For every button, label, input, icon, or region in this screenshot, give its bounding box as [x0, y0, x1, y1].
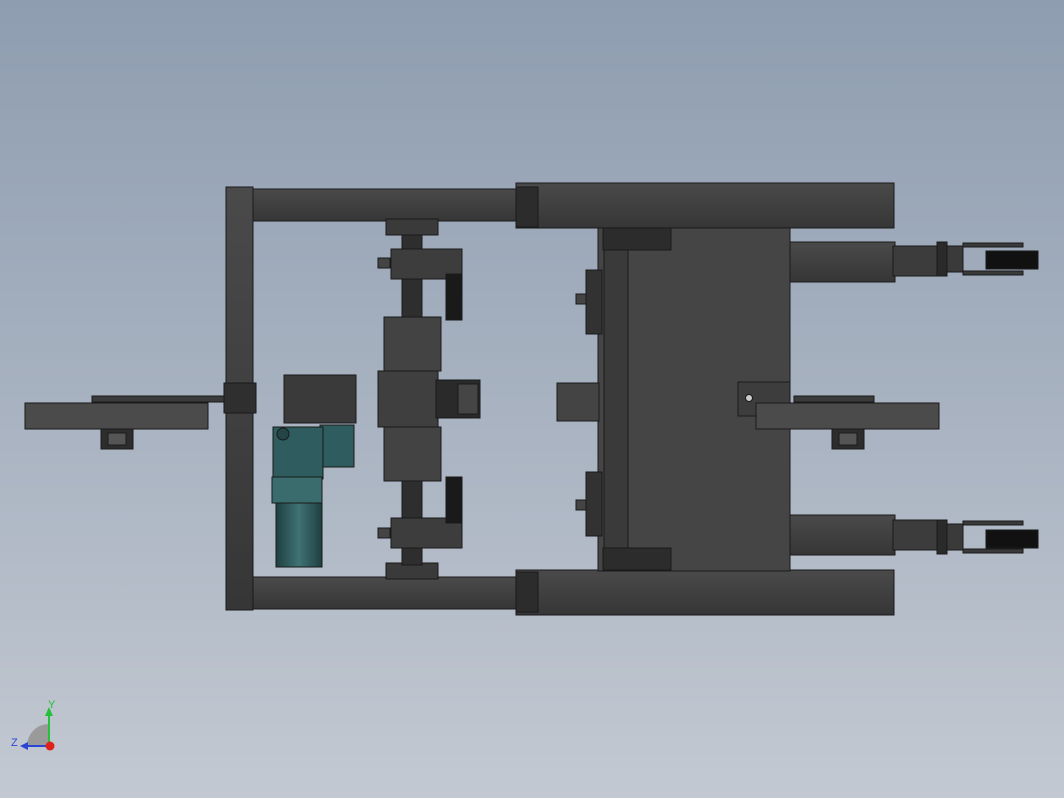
x-axis-icon [45, 741, 55, 751]
frame-top-rail-left [252, 188, 518, 222]
frame-top-rail-right [515, 182, 895, 229]
cad-viewport[interactable]: Y Z [0, 0, 1064, 798]
right-arm-top [789, 241, 896, 283]
clevis-wheel-top [936, 241, 1039, 277]
right-arm-bottom [789, 514, 896, 556]
z-axis-label: Z [11, 737, 18, 749]
gear-motor [271, 374, 357, 568]
clevis-wheel-bottom [936, 519, 1039, 555]
carriage-plate [556, 227, 791, 572]
frame-bottom-rail-right [515, 569, 895, 616]
frame-left-bracket [223, 382, 257, 414]
left-caster-wheel [24, 395, 228, 450]
center-axle-assembly [377, 218, 481, 580]
y-axis-label: Y [48, 699, 56, 711]
triad-plane-icon [27, 724, 49, 746]
orientation-triad[interactable]: Y Z [11, 699, 56, 751]
frame-bottom-rail-left [252, 576, 518, 610]
cart-frame-model[interactable] [24, 182, 1039, 616]
